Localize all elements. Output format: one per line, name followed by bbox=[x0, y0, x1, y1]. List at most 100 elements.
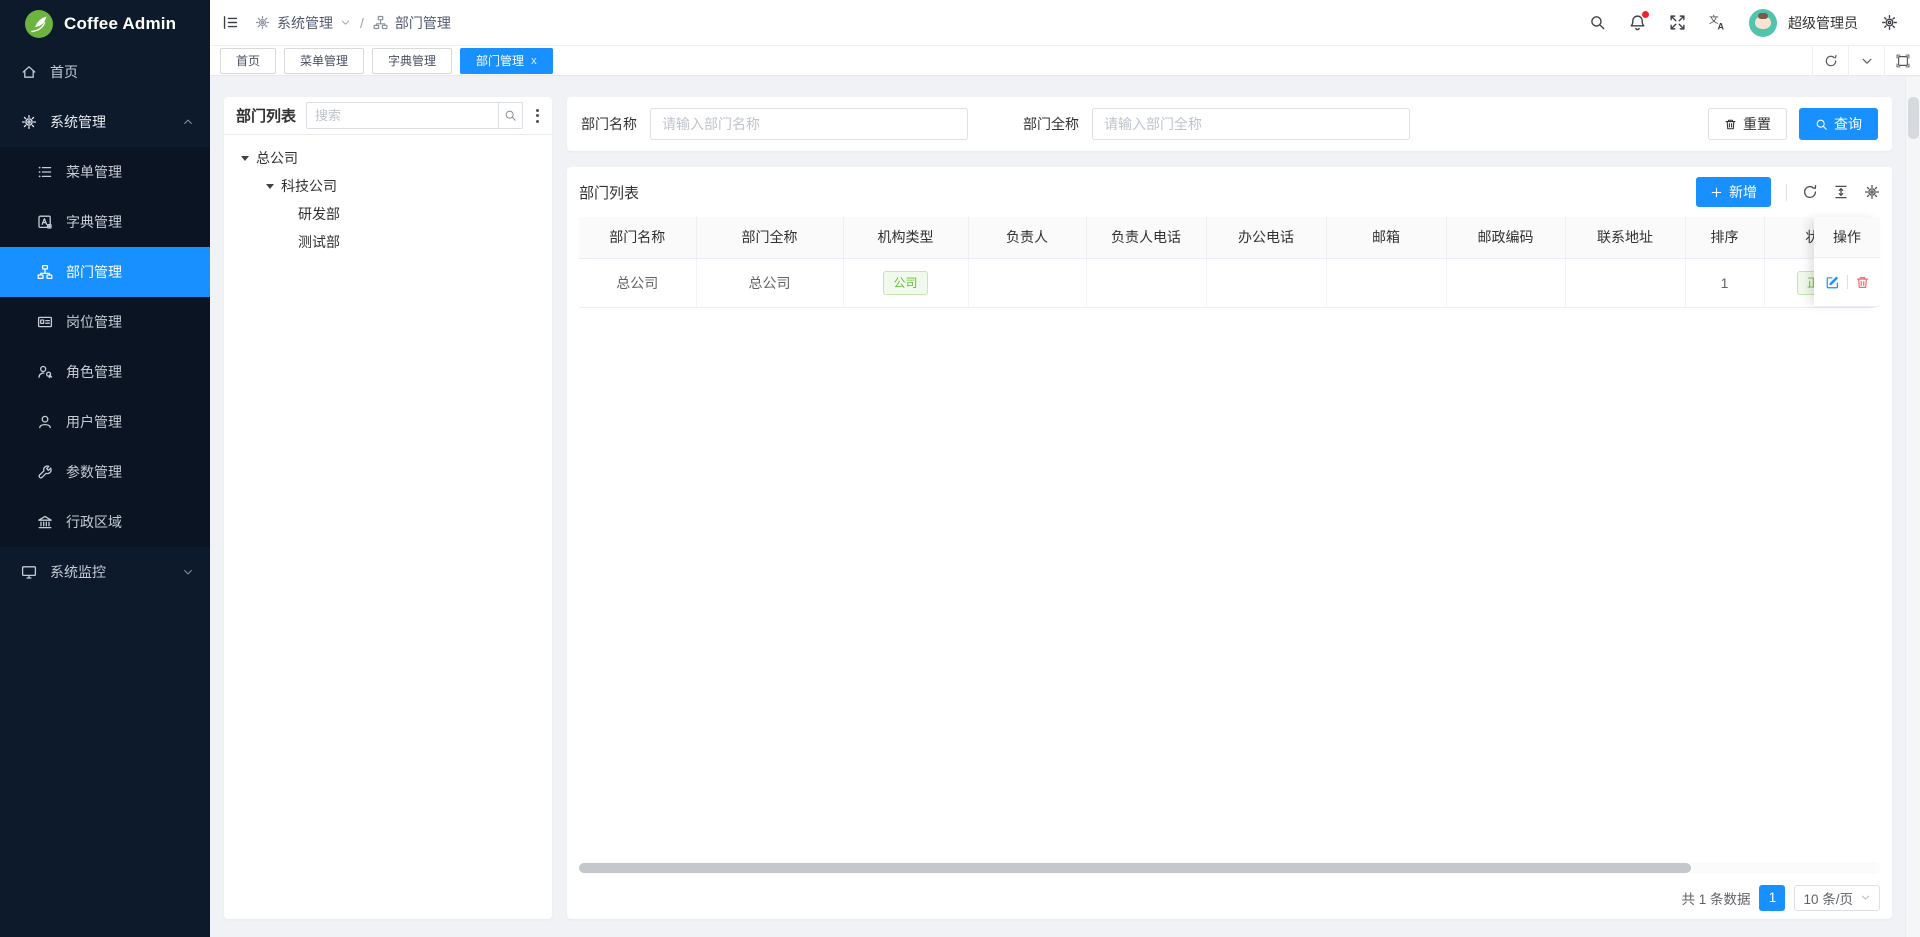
department-tree-panel: 部门列表 总公司 科技公 bbox=[224, 97, 552, 919]
sidebar-item-role-management[interactable]: 角色管理 bbox=[0, 347, 210, 397]
cell-email bbox=[1326, 258, 1446, 307]
maximize-content-button[interactable] bbox=[1884, 46, 1920, 76]
tabbar-controls bbox=[1812, 46, 1920, 76]
column-header: 负责人 bbox=[968, 217, 1086, 258]
topbar: 系统管理 / 部门管理 文A bbox=[210, 0, 1920, 46]
tree-node-head-office[interactable]: 总公司 bbox=[224, 144, 552, 172]
sidebar-collapse-button[interactable] bbox=[222, 14, 239, 31]
table-row[interactable]: 总公司 总公司 公司 1 bbox=[579, 258, 1874, 307]
edit-button[interactable] bbox=[1825, 275, 1840, 290]
notifications-button[interactable] bbox=[1629, 14, 1646, 31]
horizontal-scrollbar-thumb[interactable] bbox=[579, 863, 1691, 873]
menu-fold-icon bbox=[222, 14, 239, 31]
trash-icon bbox=[1724, 118, 1737, 131]
chevron-up-icon bbox=[182, 116, 194, 128]
table-card-title: 部门列表 bbox=[579, 182, 639, 203]
refresh-icon bbox=[1824, 54, 1838, 68]
row-height-button[interactable] bbox=[1833, 184, 1849, 200]
reset-button[interactable]: 重置 bbox=[1708, 108, 1787, 140]
sidebar-item-dictionary-management[interactable]: 字典管理 bbox=[0, 197, 210, 247]
tab-options-button[interactable] bbox=[1848, 46, 1884, 76]
row-height-icon bbox=[1833, 184, 1849, 200]
search-button[interactable] bbox=[1589, 14, 1606, 31]
chevron-down-icon bbox=[1860, 54, 1874, 68]
tab-close-icon[interactable]: x bbox=[531, 55, 537, 67]
content: 部门列表 总公司 科技公 bbox=[210, 76, 1920, 937]
settings-button[interactable] bbox=[1881, 14, 1898, 31]
app-title: Coffee Admin bbox=[64, 14, 176, 34]
org-chart-icon bbox=[373, 15, 388, 30]
sidebar-item-parameter-management[interactable]: 参数管理 bbox=[0, 447, 210, 497]
caret-down-icon[interactable] bbox=[266, 184, 274, 189]
sidebar-item-menu-management[interactable]: 菜单管理 bbox=[0, 147, 210, 197]
chevron-down-icon bbox=[182, 566, 194, 578]
bank-icon bbox=[37, 514, 53, 530]
dept-name-input[interactable] bbox=[650, 108, 968, 140]
refresh-page-button[interactable] bbox=[1812, 46, 1848, 76]
page-number-button[interactable]: 1 bbox=[1759, 885, 1785, 911]
tree-more-button[interactable] bbox=[533, 107, 542, 125]
sidebar-item-label: 字典管理 bbox=[66, 212, 122, 232]
tree-search-button[interactable] bbox=[498, 102, 523, 129]
gear-icon bbox=[1864, 184, 1880, 200]
tree-node-test-dept[interactable]: 测试部 bbox=[224, 228, 552, 256]
menu-list-icon bbox=[37, 164, 53, 180]
cell-postal-code bbox=[1446, 258, 1565, 307]
column-header: 联系地址 bbox=[1565, 217, 1685, 258]
gear-icon bbox=[21, 114, 37, 130]
sidebar-item-system-management[interactable]: 系统管理 bbox=[0, 97, 210, 147]
tree-node-tech-company[interactable]: 科技公司 bbox=[224, 172, 552, 200]
breadcrumb-item[interactable]: 系统管理 bbox=[277, 13, 333, 33]
sidebar-item-system-monitor[interactable]: 系统监控 bbox=[0, 547, 210, 597]
cell-sort: 1 bbox=[1685, 258, 1764, 307]
sidebar-item-label: 部门管理 bbox=[66, 262, 122, 282]
tab-department-management[interactable]: 部门管理 x bbox=[460, 48, 553, 74]
tree-node-rd-dept[interactable]: 研发部 bbox=[224, 200, 552, 228]
filter-actions: 重置 查询 bbox=[1708, 108, 1878, 140]
translate-button[interactable]: 文A bbox=[1709, 14, 1726, 31]
tab-dictionary-management[interactable]: 字典管理 bbox=[372, 48, 452, 74]
sidebar-item-home[interactable]: 首页 bbox=[0, 47, 210, 97]
sidebar-item-label: 用户管理 bbox=[66, 412, 122, 432]
sidebar-item-post-management[interactable]: 岗位管理 bbox=[0, 297, 210, 347]
refresh-table-button[interactable] bbox=[1802, 184, 1818, 200]
page-size-select[interactable]: 10 条/页 bbox=[1794, 885, 1880, 911]
cell-dept-name: 总公司 bbox=[579, 258, 696, 307]
column-header: 办公电话 bbox=[1206, 217, 1326, 258]
tab-home[interactable]: 首页 bbox=[220, 48, 276, 74]
fullscreen-button[interactable] bbox=[1669, 14, 1686, 31]
sidebar-item-department-management[interactable]: 部门管理 bbox=[0, 247, 210, 297]
tab-menu-management[interactable]: 菜单管理 bbox=[284, 48, 364, 74]
table-scroll-area: 部门名称 部门全称 机构类型 负责人 负责人电话 办公电话 邮箱 邮政编码 联系 bbox=[579, 217, 1880, 308]
topbar-actions: 文A 超级管理员 bbox=[1589, 9, 1898, 37]
app-root: Coffee Admin 首页 系统管理 菜单管理 字典管理 bbox=[0, 0, 1920, 937]
column-header: 部门名称 bbox=[579, 217, 696, 258]
sidebar-item-admin-region[interactable]: 行政区域 bbox=[0, 497, 210, 547]
vertical-scrollbar-thumb[interactable] bbox=[1908, 97, 1919, 139]
fixed-operation-column: 操作 bbox=[1814, 217, 1880, 307]
caret-down-icon[interactable] bbox=[241, 156, 249, 161]
column-header: 邮箱 bbox=[1326, 217, 1446, 258]
column-settings-button[interactable] bbox=[1864, 184, 1880, 200]
wrench-icon bbox=[37, 464, 53, 480]
filter-field-dept-name: 部门名称 bbox=[581, 108, 968, 140]
delete-button[interactable] bbox=[1855, 275, 1870, 290]
sidebar-item-label: 角色管理 bbox=[66, 362, 122, 382]
trash-icon bbox=[1855, 275, 1870, 290]
main-area: 系统管理 / 部门管理 文A bbox=[210, 0, 1920, 937]
query-button[interactable]: 查询 bbox=[1799, 108, 1878, 140]
leaf-logo-icon bbox=[25, 10, 53, 38]
maximize-icon bbox=[1896, 54, 1910, 68]
tree-search-input[interactable] bbox=[306, 102, 498, 129]
cell-office-phone bbox=[1206, 258, 1326, 307]
sidebar-item-user-management[interactable]: 用户管理 bbox=[0, 397, 210, 447]
user-avatar[interactable] bbox=[1749, 9, 1777, 37]
add-button[interactable]: 新增 bbox=[1696, 177, 1771, 207]
sidebar-item-label: 岗位管理 bbox=[66, 312, 122, 332]
username[interactable]: 超级管理员 bbox=[1788, 13, 1858, 33]
toolbar-divider bbox=[1786, 184, 1787, 201]
sidebar: Coffee Admin 首页 系统管理 菜单管理 字典管理 bbox=[0, 0, 210, 937]
dept-full-name-input[interactable] bbox=[1092, 108, 1410, 140]
cell-leader bbox=[968, 258, 1086, 307]
plus-icon bbox=[1710, 186, 1723, 199]
